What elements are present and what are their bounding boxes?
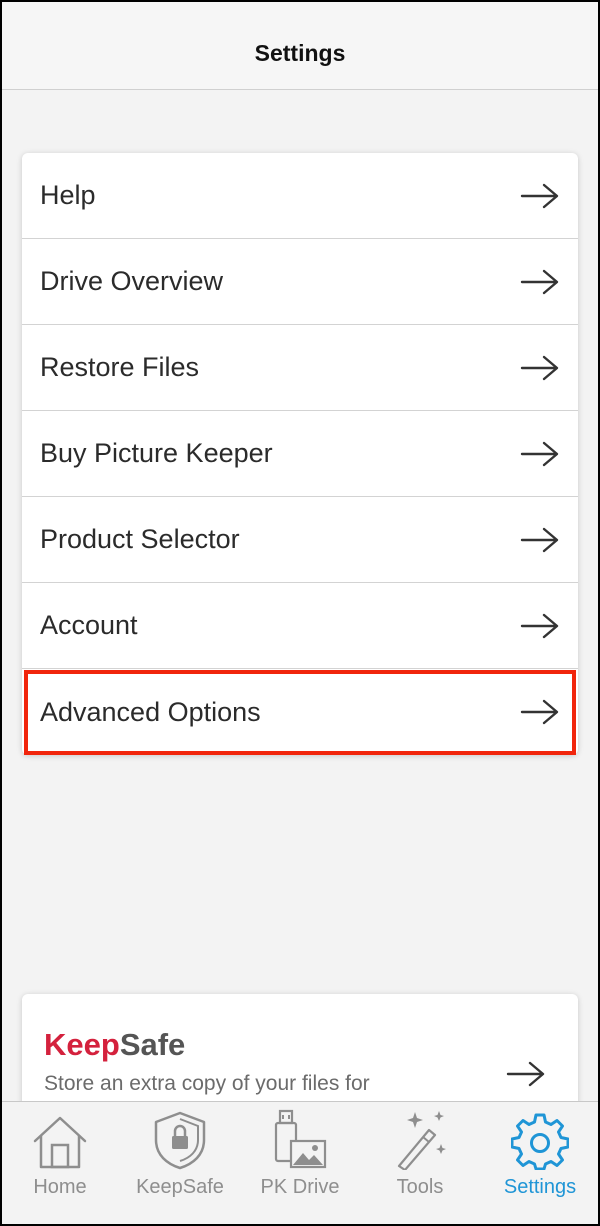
menu-item-label: Drive Overview xyxy=(40,266,224,296)
menu-item-label: Product Selector xyxy=(40,524,240,554)
menu-item-label: Account xyxy=(40,610,138,640)
header-bar: Settings xyxy=(0,0,600,90)
arrow-right-icon xyxy=(520,183,559,208)
tab-tools[interactable]: Tools xyxy=(360,1102,480,1226)
menu-item-label: Restore Files xyxy=(40,352,200,382)
menu-item-account[interactable]: Account xyxy=(22,583,578,669)
menu-item-label: Help xyxy=(40,180,96,210)
magic-wand-icon xyxy=(391,1108,449,1170)
menu-item-label: Buy Picture Keeper xyxy=(40,438,273,468)
arrow-right-icon xyxy=(520,355,559,380)
promo-description: Store an extra copy of your files for xyxy=(44,1072,370,1095)
menu-item-label: Advanced Options xyxy=(40,696,261,727)
arrow-right-icon xyxy=(520,613,559,638)
promo-title-keep: Keep xyxy=(44,1027,120,1062)
promo-title-safe: Safe xyxy=(119,1027,186,1062)
settings-menu: Help Drive Overview Restore Files Buy Pi… xyxy=(22,153,578,755)
tab-label: Tools xyxy=(396,1176,444,1198)
arrow-right-icon xyxy=(520,699,559,725)
home-icon xyxy=(30,1108,90,1170)
tab-pk-drive[interactable]: PK Drive xyxy=(240,1102,360,1226)
shield-lock-icon xyxy=(151,1108,209,1170)
usb-drive-icon xyxy=(271,1108,329,1170)
gear-icon xyxy=(511,1108,569,1170)
tab-settings[interactable]: Settings xyxy=(480,1102,600,1226)
menu-item-help[interactable]: Help xyxy=(22,153,578,239)
menu-item-buy-picture-keeper[interactable]: Buy Picture Keeper xyxy=(22,411,578,497)
tab-label: Home xyxy=(33,1176,87,1198)
arrow-right-icon xyxy=(520,527,559,552)
arrow-right-icon xyxy=(520,441,559,466)
promo-title: KeepSafe xyxy=(44,1027,185,1063)
menu-item-product-selector[interactable]: Product Selector xyxy=(22,497,578,583)
menu-item-restore-files[interactable]: Restore Files xyxy=(22,325,578,411)
menu-item-advanced-options[interactable]: Advanced Options xyxy=(22,669,578,755)
tab-bar: Home KeepSafe PK Drive Tools Settings xyxy=(0,1101,600,1226)
menu-item-drive-overview[interactable]: Drive Overview xyxy=(22,239,578,325)
tab-label: Settings xyxy=(503,1176,577,1198)
tab-keepsafe[interactable]: KeepSafe xyxy=(120,1102,240,1226)
tab-home[interactable]: Home xyxy=(0,1102,120,1226)
page-title: Settings xyxy=(254,40,346,66)
arrow-right-icon xyxy=(506,1061,545,1087)
tab-label: PK Drive xyxy=(260,1176,340,1198)
arrow-right-icon xyxy=(520,269,559,294)
tab-label: KeepSafe xyxy=(136,1176,224,1198)
